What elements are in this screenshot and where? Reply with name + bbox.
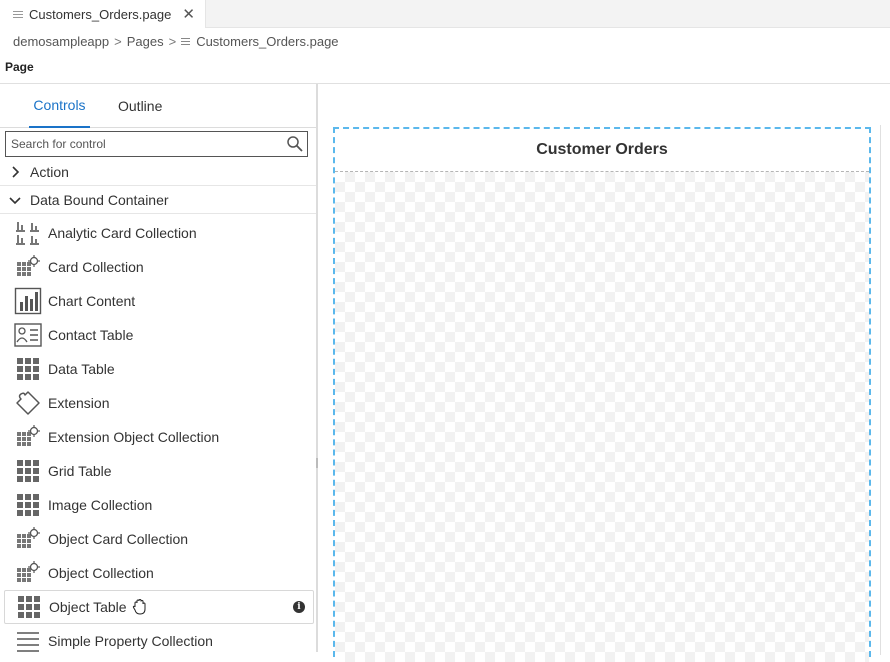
page-body-dropzone[interactable]	[335, 172, 869, 662]
analytic-card-icon	[13, 218, 43, 248]
page-title[interactable]: Customer Orders	[335, 129, 869, 172]
grid-gear-icon	[13, 558, 43, 588]
controls-palette: Controls Outline Action Data Bound Conta…	[0, 84, 317, 652]
tab-outline[interactable]: Outline	[118, 84, 162, 128]
breadcrumb: demosampleapp > Pages > Customers_Orders…	[0, 28, 890, 54]
control-analytic-card-collection[interactable]: Analytic Card Collection	[0, 216, 316, 250]
control-contact-table[interactable]: Contact Table	[0, 318, 316, 352]
editor-tab-bar: Customers_Orders.page ✕	[0, 0, 890, 28]
control-label: Extension Object Collection	[48, 429, 220, 445]
control-label: Analytic Card Collection	[48, 225, 197, 241]
control-simple-property-collection[interactable]: Simple Property Collection	[0, 624, 316, 652]
breadcrumb-folder[interactable]: Pages	[127, 34, 164, 49]
control-label: Simple Property Collection	[48, 633, 213, 649]
breadcrumb-separator: >	[114, 33, 122, 49]
control-data-table[interactable]: Data Table	[0, 352, 316, 386]
control-object-card-collection[interactable]: Object Card Collection	[0, 522, 316, 556]
tab-controls[interactable]: Controls	[29, 84, 90, 128]
file-icon	[181, 37, 191, 45]
breadcrumb-separator: >	[168, 33, 177, 49]
control-grid-table[interactable]: Grid Table	[0, 454, 316, 488]
page-frame[interactable]: Customer Orders	[333, 127, 871, 662]
design-canvas: Customer Orders	[318, 84, 890, 662]
list-icon	[13, 626, 43, 652]
palette-tabs: Controls Outline	[0, 84, 316, 128]
control-label: Extension	[48, 395, 110, 411]
grid-icon	[14, 592, 44, 622]
breadcrumb-file[interactable]: Customers_Orders.page	[196, 34, 338, 49]
close-icon[interactable]: ✕	[182, 5, 195, 23]
category-action[interactable]: Action	[0, 159, 316, 186]
control-label: Object Collection	[48, 565, 154, 581]
category-data-bound-container[interactable]: Data Bound Container	[0, 187, 316, 214]
file-tab[interactable]: Customers_Orders.page ✕	[0, 0, 206, 28]
category-label: Action	[30, 164, 69, 180]
grid-gear-icon	[13, 422, 43, 452]
control-chart-content[interactable]: Chart Content	[0, 284, 316, 318]
control-label: Card Collection	[48, 259, 144, 275]
category-label: Data Bound Container	[30, 192, 169, 208]
grab-cursor-icon	[132, 598, 146, 615]
control-object-collection[interactable]: Object Collection	[0, 556, 316, 590]
grid-icon	[13, 354, 43, 384]
control-label: Object Card Collection	[48, 531, 189, 547]
grid-icon	[13, 456, 43, 486]
control-extension-object-collection[interactable]: Extension Object Collection	[0, 420, 316, 454]
control-label: Grid Table	[48, 463, 112, 479]
search-icon[interactable]	[286, 135, 304, 153]
file-icon	[13, 10, 23, 18]
control-label: Chart Content	[48, 293, 136, 309]
grid-icon	[13, 490, 43, 520]
info-icon[interactable]: i	[293, 601, 305, 613]
card-collection-icon	[13, 252, 43, 282]
search-input[interactable]	[11, 137, 281, 151]
right-panel-edge	[880, 125, 890, 655]
contact-card-icon	[13, 320, 43, 350]
grid-gear-icon	[13, 524, 43, 554]
section-label: Page	[5, 60, 34, 74]
control-object-table[interactable]: Object Table i	[4, 590, 314, 624]
chart-icon	[13, 286, 43, 316]
breadcrumb-app[interactable]: demosampleapp	[13, 34, 109, 49]
control-label: Data Table	[48, 361, 115, 377]
control-image-collection[interactable]: Image Collection	[0, 488, 316, 522]
search-box	[5, 131, 308, 157]
control-card-collection[interactable]: Card Collection	[0, 250, 316, 284]
puzzle-icon	[13, 388, 43, 418]
file-tab-label: Customers_Orders.page	[29, 6, 172, 22]
chevron-down-icon	[0, 195, 30, 205]
chevron-right-icon	[0, 166, 30, 178]
control-extension[interactable]: Extension	[0, 386, 316, 420]
control-label: Image Collection	[48, 497, 153, 513]
control-label: Object Table	[49, 599, 127, 615]
control-label: Contact Table	[48, 327, 134, 343]
